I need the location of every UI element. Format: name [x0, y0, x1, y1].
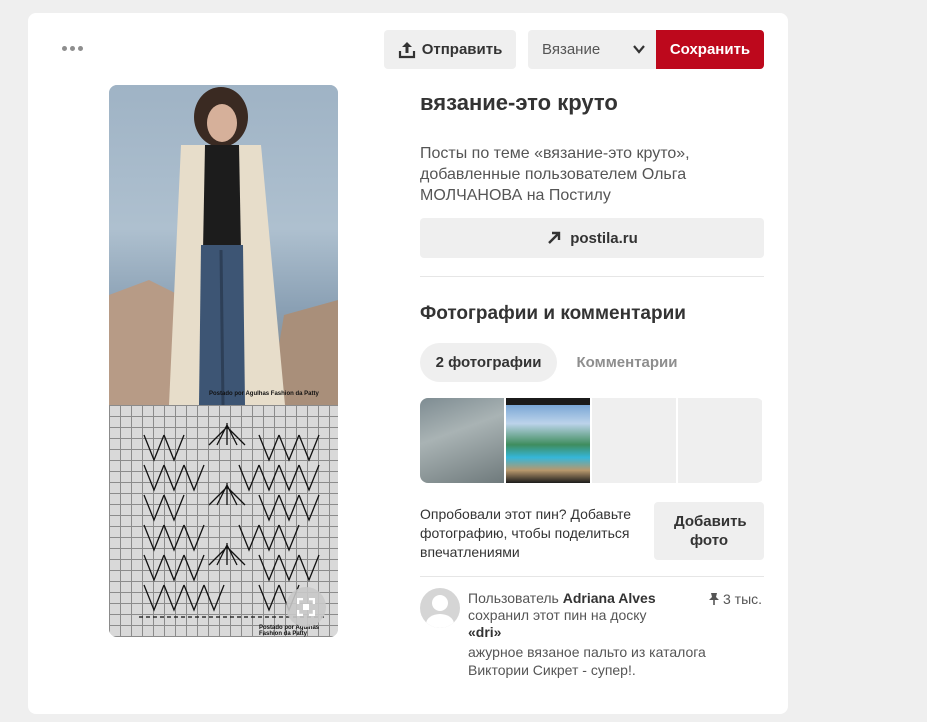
activity-middle: сохранил этот пин на доску — [468, 607, 647, 623]
tab-comments-label: Комментарии — [576, 354, 678, 371]
save-label: Сохранить — [669, 41, 751, 58]
photo-thumbnail[interactable] — [420, 398, 504, 483]
save-count-value: 3 тыс. — [723, 591, 763, 607]
tab-photos-label: 2 фотографии — [435, 354, 542, 371]
activity-comment: ажурное вязаное пальто из каталога Викто… — [468, 644, 706, 678]
more-options-icon[interactable] — [62, 41, 86, 55]
divider — [420, 576, 764, 577]
expand-image-button[interactable] — [286, 587, 326, 627]
board-selected-value: Вязание — [542, 41, 601, 58]
source-link-button[interactable]: postila.ru — [420, 218, 764, 258]
tried-pin-text: Опробовали этот пин? Добавьте фотографию… — [420, 506, 632, 560]
add-photo-button[interactable]: Добавить фото — [654, 502, 764, 560]
save-button[interactable]: Сохранить — [656, 30, 764, 69]
activity-prefix: Пользователь — [468, 590, 559, 606]
divider — [420, 276, 764, 277]
pin-closeup-card: Отправить Вязание Сохранить Postado por … — [28, 13, 788, 714]
tab-photos[interactable]: 2 фотографии — [420, 343, 557, 382]
activity-board-link[interactable]: «dri» — [468, 624, 501, 640]
tab-comments[interactable]: Комментарии — [568, 343, 686, 382]
pin-description: Посты по теме «вязание-это круто», добав… — [420, 145, 690, 204]
pin-title: вязание-это круто — [420, 90, 618, 115]
arrow-up-right-icon — [548, 231, 561, 244]
activity-user-link[interactable]: Adriana Alves — [563, 590, 656, 606]
user-avatar-icon — [426, 595, 454, 628]
pushpin-icon — [709, 593, 719, 605]
photo-thumbnail[interactable] — [506, 398, 590, 483]
photo-placeholder — [592, 398, 676, 483]
photo-thumbnails — [420, 398, 764, 483]
photo-placeholder — [678, 398, 762, 483]
share-upload-icon — [398, 41, 415, 58]
expand-icon — [297, 598, 315, 616]
source-link-label: postila.ru — [570, 229, 638, 247]
chevron-down-icon — [633, 45, 645, 54]
pin-image[interactable]: Postado por Agulhas Fashion da Patty Pos… — [109, 85, 338, 637]
photos-section-title: Фотографии и комментарии — [420, 303, 686, 324]
board-select[interactable]: Вязание — [528, 30, 656, 69]
save-count: 3 тыс. — [708, 591, 762, 607]
avatar[interactable] — [420, 588, 460, 628]
add-photo-label: Добавить фото — [674, 513, 747, 549]
send-button[interactable]: Отправить — [384, 30, 516, 69]
image-credit: Postado por Agulhas Fashion da Patty — [209, 391, 319, 397]
send-label: Отправить — [421, 41, 503, 58]
image-credit-bottom: Postado por Agulhas Fashion da Patty — [259, 625, 320, 637]
activity-saver: Пользователь Adriana Alves сохранил этот… — [468, 590, 678, 641]
pin-photo: Postado por Agulhas Fashion da Patty — [109, 85, 338, 406]
